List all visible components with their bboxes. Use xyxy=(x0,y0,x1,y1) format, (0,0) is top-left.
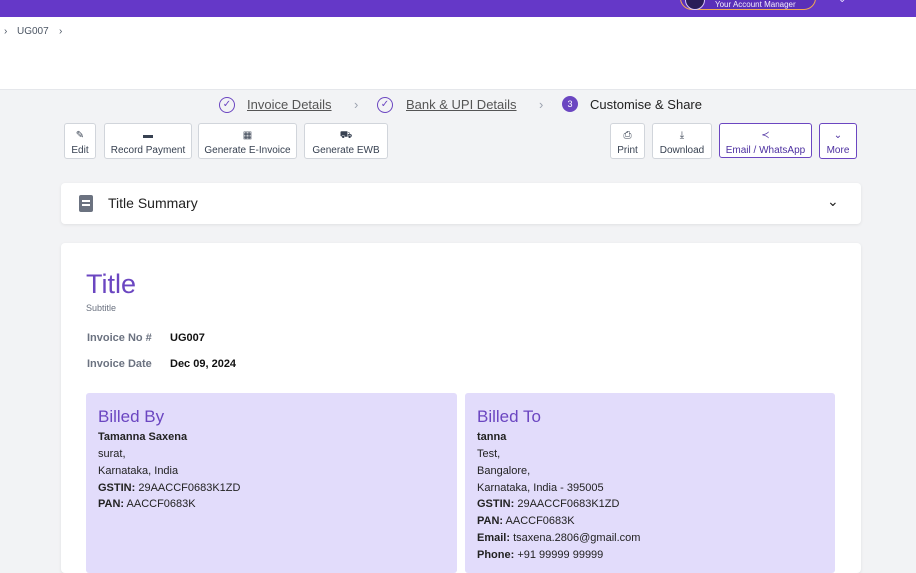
billed-to-address-line: Karnataka, India - 395005 xyxy=(477,482,604,494)
truck-icon: ⛟ xyxy=(339,130,353,141)
billed-by-name: Tamanna Saxena xyxy=(98,431,188,443)
billed-to-gstin: GSTIN: 29AACCF0683K1ZD xyxy=(477,498,620,510)
billed-to-email: Email: tsaxena.2806@gmail.com xyxy=(477,532,641,544)
step-invoice-details[interactable]: Invoice Details xyxy=(247,97,332,112)
page-header: › UG007 › xyxy=(0,17,916,90)
download-button[interactable]: ⤓ Download xyxy=(652,123,712,159)
breadcrumb-separator-icon: › xyxy=(59,26,63,37)
edit-button[interactable]: ✎ Edit xyxy=(64,123,96,159)
check-circle-icon: ✓ xyxy=(377,97,393,113)
invoice-date-label: Invoice Date xyxy=(87,358,152,370)
stepper: ✓ Invoice Details › ✓ Bank & UPI Details… xyxy=(0,96,916,115)
billed-to-name: tanna xyxy=(477,431,507,443)
summary-title: Title Summary xyxy=(108,195,198,211)
generate-einvoice-button[interactable]: ▦ Generate E-Invoice xyxy=(198,123,297,159)
chevron-down-icon[interactable]: ⌄ xyxy=(827,193,839,210)
invoice-preview-card: Title Subtitle Invoice No # UG007 Invoic… xyxy=(61,243,861,573)
billed-to-address-line: Bangalore, xyxy=(477,465,531,477)
billed-to-address-line: Test, xyxy=(477,448,501,460)
billed-by-address-line: surat, xyxy=(98,448,126,460)
print-button[interactable]: ⎙ Print xyxy=(610,123,645,159)
qr-icon: ▦ xyxy=(242,130,253,141)
billed-by-pan: PAN: AACCF0683K xyxy=(98,498,196,510)
step-bank-upi-details[interactable]: Bank & UPI Details xyxy=(406,97,517,112)
breadcrumb-separator-icon: › xyxy=(4,26,8,37)
account-manager-button[interactable]: Your Account Manager xyxy=(680,0,816,10)
invoice-subtitle: Subtitle xyxy=(86,303,117,313)
invoice-no-value: UG007 xyxy=(170,332,205,344)
step-customise-share[interactable]: Customise & Share xyxy=(590,97,702,112)
chevron-right-icon: › xyxy=(354,97,359,112)
chevron-down-icon[interactable]: ⌄ xyxy=(838,0,846,5)
invoice-no-label: Invoice No # xyxy=(87,332,152,344)
step-number-badge: 3 xyxy=(562,96,578,112)
billed-to-panel: Billed To tanna Test, Bangalore, Karnata… xyxy=(465,393,835,573)
top-navbar: Your Account Manager ⌄ xyxy=(0,0,916,17)
download-icon: ⤓ xyxy=(679,130,685,141)
billed-to-heading: Billed To xyxy=(477,407,541,426)
billed-by-address-line: Karnataka, India xyxy=(98,465,179,477)
record-payment-button[interactable]: ▬ Record Payment xyxy=(104,123,192,159)
generate-ewb-button[interactable]: ⛟ Generate EWB xyxy=(304,123,388,159)
invoice-title: Title xyxy=(86,269,137,299)
billed-by-panel: Billed By Tamanna Saxena surat, Karnatak… xyxy=(86,393,457,573)
billed-to-phone: Phone: +91 99999 99999 xyxy=(477,549,604,561)
more-button[interactable]: ⌄ More xyxy=(819,123,857,159)
billed-by-gstin: GSTIN: 29AACCF0683K1ZD xyxy=(98,482,241,494)
billed-to-pan: PAN: AACCF0683K xyxy=(477,515,575,527)
email-whatsapp-button[interactable]: ≺ Email / WhatsApp xyxy=(719,123,812,158)
breadcrumb-current[interactable]: UG007 xyxy=(17,26,49,37)
cash-icon: ▬ xyxy=(143,130,153,141)
avatar xyxy=(685,0,705,10)
share-icon: ≺ xyxy=(761,130,770,141)
invoice-date-value: Dec 09, 2024 xyxy=(170,358,237,370)
check-circle-icon: ✓ xyxy=(219,97,235,113)
title-summary-panel[interactable]: Title Summary ⌄ xyxy=(61,183,861,224)
chevron-down-icon: ⌄ xyxy=(833,130,843,141)
document-icon xyxy=(79,195,93,212)
account-manager-label: Your Account Manager xyxy=(715,0,796,9)
chevron-right-icon: › xyxy=(539,97,544,112)
printer-icon: ⎙ xyxy=(623,130,632,141)
billed-by-heading: Billed By xyxy=(98,407,165,426)
pencil-icon: ✎ xyxy=(75,130,85,141)
